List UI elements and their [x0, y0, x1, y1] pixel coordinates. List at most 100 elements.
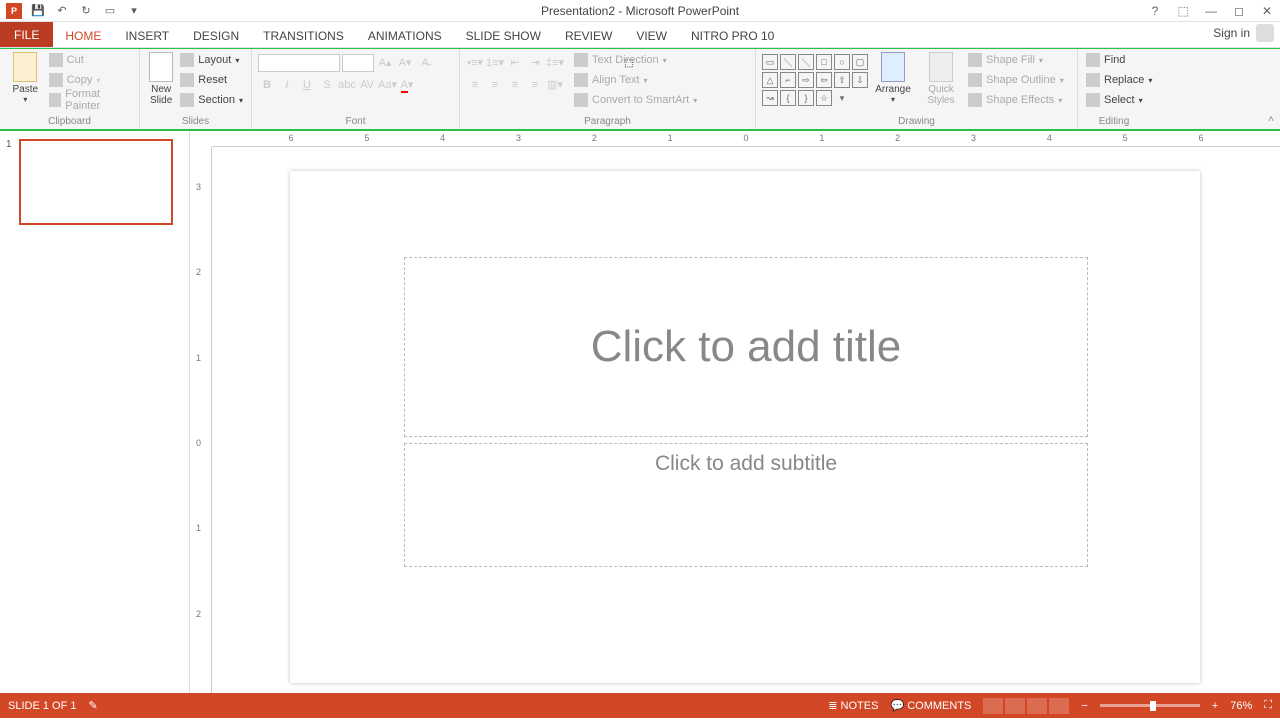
fit-to-window-icon[interactable]: ⛶	[1264, 699, 1272, 712]
help-icon[interactable]: ?	[1146, 4, 1164, 18]
shape-line-icon[interactable]: ＼	[780, 54, 796, 70]
change-case-button[interactable]: Aa▾	[378, 76, 396, 94]
align-right-button[interactable]: ≡	[506, 76, 524, 94]
select-button[interactable]: Select▾	[1084, 90, 1145, 110]
qat-dropdown-icon[interactable]: ▾	[126, 3, 142, 19]
minimize-icon[interactable]: —	[1202, 4, 1220, 18]
shape-fill-button[interactable]: Shape Fill▾	[966, 50, 1066, 70]
numbering-button[interactable]: 1≡▾	[486, 54, 504, 72]
bold-button[interactable]: B	[258, 76, 276, 94]
zoom-in-icon[interactable]: +	[1212, 700, 1218, 712]
decrease-indent-button[interactable]: ⇤	[506, 54, 524, 72]
tab-slide-show[interactable]: SLIDE SHOW	[454, 25, 553, 47]
shape-rect-icon[interactable]: ▭	[762, 54, 778, 70]
cut-button[interactable]: Cut	[47, 50, 133, 70]
slideshow-view-icon[interactable]	[1049, 698, 1069, 714]
reset-button[interactable]: Reset	[178, 70, 245, 90]
underline-button[interactable]: U	[298, 76, 316, 94]
reading-view-icon[interactable]	[1027, 698, 1047, 714]
columns-button[interactable]: ▥▾	[546, 76, 564, 94]
notes-button[interactable]: ≣ NOTES	[828, 699, 878, 712]
reset-icon	[180, 73, 194, 87]
tab-nitro[interactable]: NITRO PRO 10	[679, 25, 786, 47]
font-color-button[interactable]: A▾	[398, 76, 416, 94]
arrange-button[interactable]: Arrange▾	[870, 50, 916, 106]
shape-connector-icon[interactable]: ↝	[762, 90, 778, 106]
collapse-ribbon-icon[interactable]: ˄	[1268, 114, 1274, 125]
shape-effects-button[interactable]: Shape Effects▾	[966, 90, 1066, 110]
shape-arrow-icon[interactable]: ⇨	[798, 72, 814, 88]
normal-view-icon[interactable]	[983, 698, 1003, 714]
zoom-level-label[interactable]: 76%	[1230, 700, 1252, 712]
section-button[interactable]: Section▾	[178, 90, 245, 110]
tab-view[interactable]: VIEW	[624, 25, 679, 47]
paste-button[interactable]: Paste ▾	[6, 50, 45, 106]
tab-transitions[interactable]: TRANSITIONS	[251, 25, 356, 47]
increase-font-icon[interactable]: A▴	[376, 54, 394, 72]
shape-triangle-icon[interactable]: △	[762, 72, 778, 88]
tab-design[interactable]: DESIGN	[181, 25, 251, 47]
quick-styles-button[interactable]: Quick Styles	[918, 50, 964, 108]
shape-circle-icon[interactable]: ○	[834, 54, 850, 70]
shape-line2-icon[interactable]: ＼	[798, 54, 814, 70]
redo-icon[interactable]: ↻	[78, 3, 94, 19]
ribbon-display-icon[interactable]: ⬚	[1174, 4, 1192, 18]
line-spacing-button[interactable]: ‡≡▾	[546, 54, 564, 72]
shape-star-icon[interactable]: ☆	[816, 90, 832, 106]
clear-formatting-icon[interactable]: A̶	[416, 54, 434, 72]
shadow-button[interactable]: S	[318, 76, 336, 94]
start-from-beginning-icon[interactable]: ▭	[102, 3, 118, 19]
replace-button[interactable]: Replace▾	[1084, 70, 1154, 90]
char-spacing-button[interactable]: AV	[358, 76, 376, 94]
spell-check-icon[interactable]: ✎	[88, 699, 97, 712]
shape-brace-r-icon[interactable]: }	[798, 90, 814, 106]
close-icon[interactable]: ✕	[1258, 4, 1276, 18]
align-center-button[interactable]: ≡	[486, 76, 504, 94]
comments-button[interactable]: 💬 COMMENTS	[890, 699, 971, 712]
shape-arrow4-icon[interactable]: ⇩	[852, 72, 868, 88]
increase-indent-button[interactable]: ⇥	[526, 54, 544, 72]
justify-button[interactable]: ≡	[526, 76, 544, 94]
text-direction-button[interactable]: Text Direction▾	[572, 50, 699, 70]
subtitle-placeholder[interactable]: Click to add subtitle	[404, 443, 1088, 567]
shape-arrow3-icon[interactable]: ⇧	[834, 72, 850, 88]
strikethrough-button[interactable]: abc	[338, 76, 356, 94]
tab-review[interactable]: REVIEW	[553, 25, 624, 47]
align-left-button[interactable]: ≡	[466, 76, 484, 94]
tab-home[interactable]: HOME	[53, 25, 113, 47]
shape-l-icon[interactable]: ⌐	[780, 72, 796, 88]
tab-file[interactable]: FILE	[0, 22, 53, 47]
slide-thumbnail-1[interactable]	[19, 139, 173, 225]
maximize-icon[interactable]: ◻	[1230, 4, 1248, 18]
tab-insert[interactable]: INSERT	[113, 25, 181, 47]
font-size-select[interactable]	[342, 54, 374, 72]
zoom-slider[interactable]	[1100, 704, 1200, 707]
shape-more-icon[interactable]: ▾	[834, 90, 850, 106]
italic-button[interactable]: I	[278, 76, 296, 94]
shape-outline-button[interactable]: Shape Outline▾	[966, 70, 1066, 90]
sorter-view-icon[interactable]	[1005, 698, 1025, 714]
zoom-out-icon[interactable]: −	[1081, 700, 1087, 712]
shape-rrect-icon[interactable]: ▢	[852, 54, 868, 70]
sign-in-link[interactable]: Sign in	[1213, 26, 1250, 40]
align-text-button[interactable]: Align Text▾	[572, 70, 699, 90]
shape-square-icon[interactable]: □	[816, 54, 832, 70]
save-icon[interactable]: 💾	[30, 3, 46, 19]
slide-canvas[interactable]: Click to add title Click to add subtitle	[290, 171, 1200, 683]
user-avatar-icon[interactable]	[1256, 24, 1274, 42]
decrease-font-icon[interactable]: A▾	[396, 54, 414, 72]
bullets-button[interactable]: •≡▾	[466, 54, 484, 72]
new-slide-button[interactable]: New Slide	[146, 50, 176, 108]
undo-icon[interactable]: ↶	[54, 3, 70, 19]
format-painter-button[interactable]: Format Painter	[47, 90, 133, 110]
copy-button[interactable]: Copy▾	[47, 70, 133, 90]
convert-smartart-button[interactable]: Convert to SmartArt▾	[572, 90, 699, 110]
shapes-gallery[interactable]: ▭ ＼ ＼ □ ○ ▢ △ ⌐ ⇨ ⇦ ⇧ ⇩ ↝ { } ☆ ▾	[762, 54, 868, 106]
find-button[interactable]: Find	[1084, 50, 1127, 70]
title-placeholder[interactable]: Click to add title	[404, 257, 1088, 437]
shape-arrow2-icon[interactable]: ⇦	[816, 72, 832, 88]
shape-brace-l-icon[interactable]: {	[780, 90, 796, 106]
tab-animations[interactable]: ANIMATIONS	[356, 25, 454, 47]
layout-button[interactable]: Layout▾	[178, 50, 245, 70]
font-name-select[interactable]	[258, 54, 340, 72]
